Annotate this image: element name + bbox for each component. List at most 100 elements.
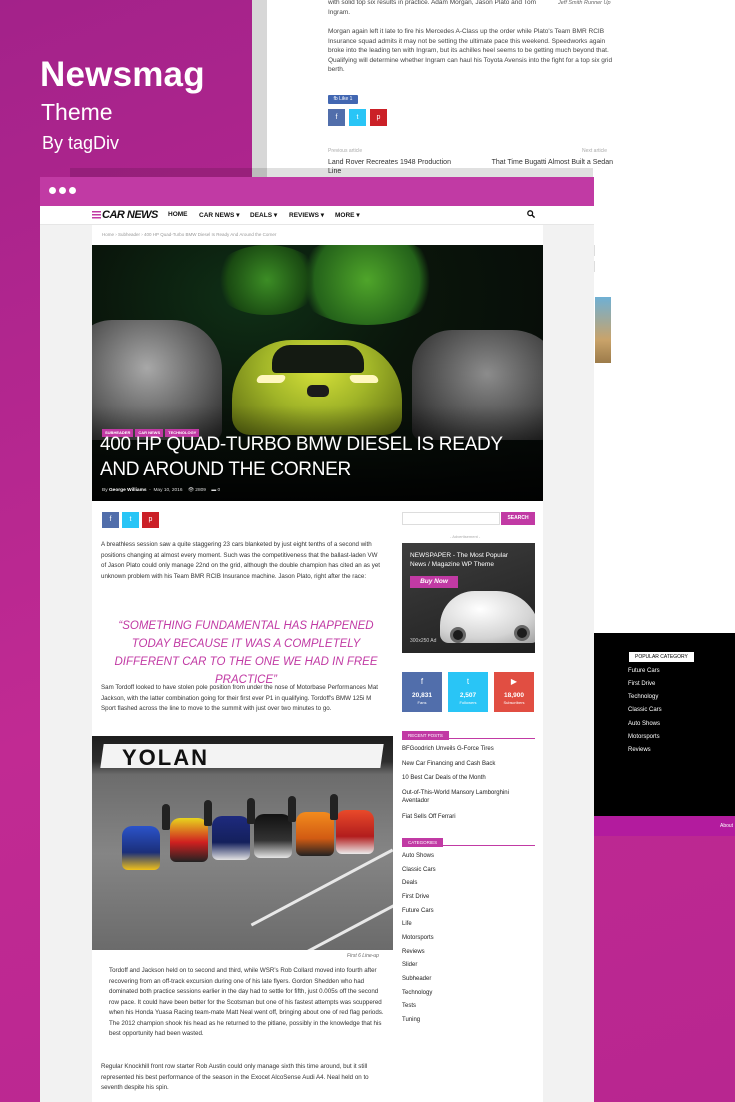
chevron-down-icon: ▾ [320,212,325,219]
category-link[interactable]: Future Cars [402,908,434,914]
prev-article-label: Previous article [328,148,363,154]
category-link[interactable]: Life [402,921,412,927]
footer-category-link[interactable]: Motorsports [628,734,660,740]
facebook-counter[interactable]: f 20,831 Fans [402,672,442,712]
category-link[interactable]: Technology [402,990,432,996]
youtube-count: 18,900 [504,692,524,699]
logo-stripes-icon [92,211,101,220]
next-article-label: Next article [582,148,608,154]
recent-post-link[interactable]: Fiat Sells Off Ferrari [402,813,535,821]
pinterest-share-icon[interactable]: p [142,512,159,528]
race-car [254,814,292,858]
nav-car-news-label: CAR NEWS [199,212,235,219]
facebook-icon: f [420,677,424,686]
recent-post-link[interactable]: Out-of-This-World Mansory Lamborghini Av… [402,789,535,805]
car-headlight [348,375,380,383]
footer-category-link[interactable]: Classic Cars [628,707,662,713]
window-dot-icon[interactable] [49,187,56,194]
category-link[interactable]: Classic Cars [402,867,436,873]
facebook-share-icon[interactable]: f [102,512,119,528]
brand-byline: By tagDiv [42,133,120,153]
driver-figure [247,798,255,824]
window-dot-icon[interactable] [59,187,66,194]
featured-image: SUBHEADER CAR NEWS TECHNOLOGY 400 HP QUAD-… [92,245,543,501]
category-link[interactable]: First Drive [402,894,429,900]
article-paragraph: A breathless session saw a quite stagger… [101,541,380,580]
race-car [170,818,208,862]
category-link[interactable]: Reviews [402,949,425,955]
meta-comments[interactable]: 0 [217,488,220,493]
photo-caption: First 6 Line-up [347,953,379,959]
category-link[interactable]: Deals [402,880,417,886]
article-paragraph: Tordoff and Jackson held on to second an… [109,967,384,1037]
category-link[interactable]: Tuning [402,1017,420,1023]
back-paragraph-top: with solid top six results in practice. … [328,0,536,16]
nav-deals-label: DEALS [250,212,273,219]
category-link[interactable]: Tests [402,1003,416,1009]
back-twitter-icon[interactable]: t [349,109,366,126]
chevron-down-icon: ▾ [273,212,278,219]
ad-car-wheel [450,627,466,643]
car-grille [307,385,329,397]
car-headlight [255,375,287,383]
recent-post-link[interactable]: BFGoodrich Unveils G-Force Tires [402,745,535,753]
sidebar-search-button[interactable]: SEARCH [501,512,535,525]
footer-category-link[interactable]: Reviews [628,747,651,753]
category-link[interactable]: Motorsports [402,935,434,941]
heading-rule [402,845,535,846]
race-car [212,816,250,860]
meta-author[interactable]: George Williams [109,488,147,493]
twitter-icon: t [466,677,470,686]
twitter-share-icon[interactable]: t [122,512,139,528]
nav-more[interactable]: MORE ▾ [335,211,360,219]
recent-post-link[interactable]: 10 Best Car Deals of the Month [402,774,535,782]
sidebar-search-input[interactable] [402,512,500,525]
site-navigation: CAR NEWS HOME CAR NEWS ▾ DEALS ▾ REVIEWS… [40,206,594,225]
recent-post-link[interactable]: New Car Financing and Cash Back [402,760,535,768]
heading-rule [402,738,535,739]
back-facebook-icon[interactable]: f [328,109,345,126]
photo-banner-text: YOLAN [122,745,209,770]
nav-reviews[interactable]: REVIEWS ▾ [289,211,324,219]
facebook-label: Fans [417,700,427,705]
footer-category-link[interactable]: Future Cars [628,668,660,674]
facebook-count: 20,831 [412,692,432,699]
footer-category-link[interactable]: First Drive [628,681,655,687]
category-link[interactable]: Subheader [402,976,431,982]
facebook-like-button[interactable]: fb Like 1 [328,95,358,104]
race-cars-photo: YOLAN [92,736,393,950]
youtube-label: Subscribers [503,700,525,705]
ad-banner[interactable]: NEWSPAPER - The Most Popular News / Maga… [402,543,535,653]
back-pinterest-icon[interactable]: p [370,109,387,126]
article-paragraph: Sam Tordoff looked to have stolen pole p… [101,684,378,712]
ad-buy-now-button[interactable]: Buy Now [410,576,458,588]
category-link[interactable]: Slider [402,962,417,968]
window-dot-icon[interactable] [69,187,76,194]
meta-views: 2809 [195,488,206,493]
nav-home[interactable]: HOME [168,211,188,218]
category-link[interactable]: Auto Shows [402,853,434,859]
article-meta: By George Williams - May 10, 2016 👁 2809… [102,488,221,493]
site-logo[interactable]: CAR NEWS [92,209,158,221]
twitter-counter[interactable]: t 2,507 Followers [448,672,488,712]
footer-about-link[interactable]: About [720,823,733,829]
logo-text: CAR NEWS [102,209,158,221]
driver-figure [204,800,212,826]
ad-title: NEWSPAPER - The Most Popular News / Maga… [410,552,509,568]
comment-icon: ▬ [211,488,217,493]
chevron-down-icon: ▾ [236,212,240,219]
nav-car-news[interactable]: CAR NEWS ▾ [199,211,239,219]
youtube-icon: ▶ [510,677,518,686]
back-caption: Jeff Smith Runner Up [558,0,611,6]
footer-category-link[interactable]: Auto Shows [628,721,660,727]
footer-category-link[interactable]: Technology [628,694,658,700]
next-article-link[interactable]: That Time Bugatti Almost Built a Sedan [488,158,613,167]
ad-car-wheel [514,625,530,641]
ad-size-label: 300x250 Ad [410,638,437,644]
nav-deals[interactable]: DEALS ▾ [250,211,277,219]
meta-by: By [102,488,108,493]
youtube-counter[interactable]: ▶ 18,900 Subscribers [494,672,534,712]
breadcrumb[interactable]: Home › Subheader › 400 HP Quad-Turbo BMW… [102,232,276,237]
brand-subtitle: Theme [41,99,113,125]
search-icon[interactable] [527,210,536,220]
